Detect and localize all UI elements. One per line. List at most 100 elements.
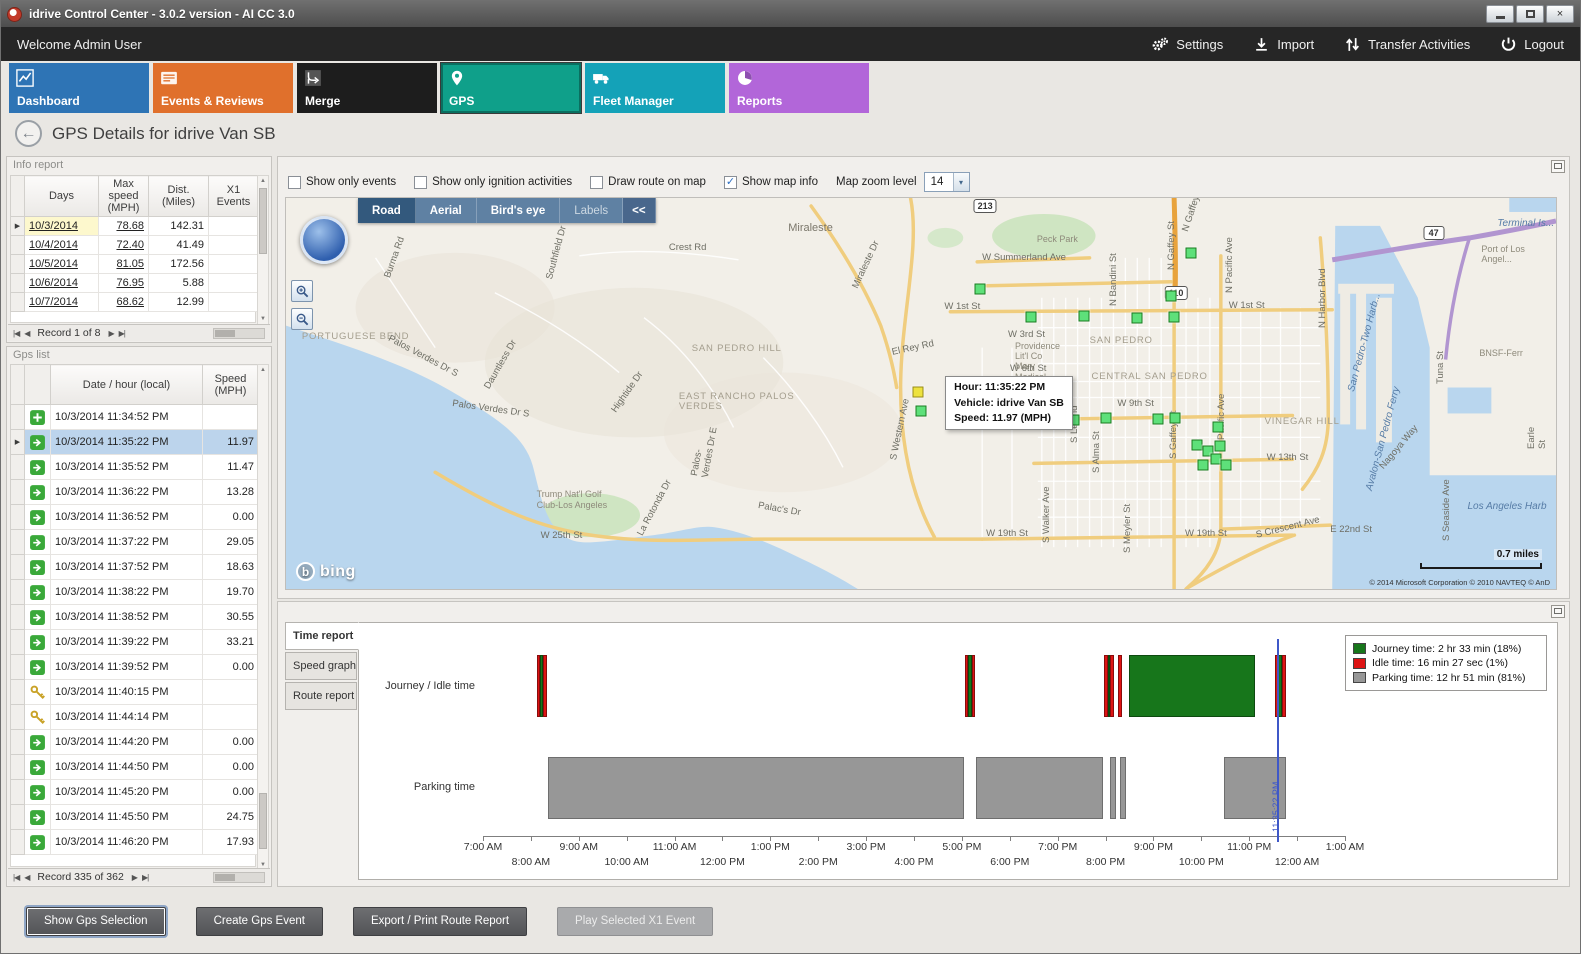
scroll-up-icon[interactable]: ▲ <box>258 365 268 375</box>
map-collapse-button[interactable]: << <box>623 198 655 223</box>
gps-date-cell[interactable]: 10/3/2014 11:36:22 PM <box>51 480 203 505</box>
table-row[interactable]: 10/3/2014 11:38:52 PM30.55 <box>11 605 259 630</box>
day-link[interactable]: 10/5/2014 <box>25 255 99 274</box>
gps-date-cell[interactable]: 10/3/2014 11:40:15 PM <box>51 680 203 705</box>
pan-east-icon[interactable] <box>333 236 341 244</box>
collapse-panel-button[interactable] <box>1551 160 1565 173</box>
table-row[interactable]: 10/4/201472.4041.49 <box>11 236 259 255</box>
nav-last-button[interactable]: ▶| <box>119 325 125 342</box>
gps-date-cell[interactable]: 10/3/2014 11:38:22 PM <box>51 580 203 605</box>
map-zoom-level-select[interactable]: 14 ▾ <box>924 172 970 192</box>
table-row[interactable]: 10/5/201481.05172.56 <box>11 255 259 274</box>
nav-tab-dashboard[interactable]: Dashboard <box>9 63 149 113</box>
max-speed-link[interactable]: 72.40 <box>99 236 149 255</box>
gps-list-scrollbar[interactable]: ▲ ▼ <box>257 364 269 871</box>
nav-next-button[interactable]: ▶ <box>132 869 137 886</box>
close-button[interactable]: × <box>1546 5 1574 23</box>
table-row[interactable]: 10/3/2014 11:39:22 PM33.21 <box>11 630 259 655</box>
table-row[interactable]: ▶10/3/2014 11:35:22 PM11.97 <box>11 430 259 455</box>
nav-prev-button[interactable]: ◀ <box>24 869 29 886</box>
chart-tab-speed-graphic[interactable]: Speed graphic <box>285 652 357 680</box>
table-row[interactable]: 10/7/201468.6212.99 <box>11 293 259 312</box>
maximize-button[interactable] <box>1516 5 1544 23</box>
column-header[interactable]: Max speed (MPH) <box>99 176 149 217</box>
gps-point-marker[interactable] <box>1166 290 1177 301</box>
scroll-down-icon[interactable]: ▼ <box>258 314 268 324</box>
horizontal-scrollbar[interactable] <box>213 872 265 883</box>
column-header[interactable]: Days <box>25 176 99 217</box>
scroll-up-icon[interactable]: ▲ <box>258 176 268 186</box>
table-row[interactable]: 10/3/2014 11:44:20 PM0.00 <box>11 730 259 755</box>
table-row[interactable]: 10/3/2014 11:45:20 PM0.00 <box>11 780 259 805</box>
map-compass-control[interactable] <box>300 216 348 264</box>
show-gps-selection-button[interactable]: Show Gps Selection <box>26 907 166 936</box>
table-row[interactable]: 10/3/2014 11:46:20 PM17.93 <box>11 830 259 855</box>
gps-point-marker[interactable] <box>1212 422 1223 433</box>
gps-date-cell[interactable]: 10/3/2014 11:38:52 PM <box>51 605 203 630</box>
table-row[interactable]: 10/3/2014 11:35:52 PM11.47 <box>11 455 259 480</box>
back-button[interactable]: ← <box>15 120 42 147</box>
max-speed-link[interactable]: 76.95 <box>99 274 149 293</box>
current-position-marker[interactable] <box>912 386 923 397</box>
max-speed-link[interactable]: 68.62 <box>99 293 149 312</box>
column-header[interactable]: Speed (MPH) <box>203 365 259 405</box>
nav-prev-button[interactable]: ◀ <box>24 325 29 342</box>
minimize-button[interactable] <box>1486 5 1514 23</box>
checkbox-draw-route-on-map[interactable]: Draw route on map <box>590 176 706 189</box>
table-row[interactable]: 10/3/2014 11:36:22 PM13.28 <box>11 480 259 505</box>
gps-point-marker[interactable] <box>1197 460 1208 471</box>
table-row[interactable]: 10/6/201476.955.88 <box>11 274 259 293</box>
info-report-scrollbar[interactable]: ▲ ▼ <box>257 175 269 325</box>
map-zoom-in-button[interactable] <box>291 280 313 302</box>
pan-north-icon[interactable] <box>320 223 328 231</box>
gps-date-cell[interactable]: 10/3/2014 11:44:20 PM <box>51 730 203 755</box>
scrollbar-thumb[interactable] <box>259 793 267 849</box>
max-speed-link[interactable]: 78.68 <box>99 217 149 236</box>
nav-tab-reports[interactable]: Reports <box>729 63 869 113</box>
table-row[interactable]: 10/3/2014 11:36:52 PM0.00 <box>11 505 259 530</box>
gps-point-marker[interactable] <box>1132 312 1143 323</box>
pan-west-icon[interactable] <box>307 236 315 244</box>
export-print-route-report-button[interactable]: Export / Print Route Report <box>353 907 527 936</box>
checkbox-show-only-ignition-activities[interactable]: Show only ignition activities <box>414 176 572 189</box>
gps-date-cell[interactable]: 10/3/2014 11:45:20 PM <box>51 780 203 805</box>
gps-point-marker[interactable] <box>1186 247 1197 258</box>
column-header[interactable]: Dist. (Miles) <box>149 176 209 217</box>
action-settings[interactable]: Settings <box>1152 36 1223 53</box>
day-link[interactable]: 10/4/2014 <box>25 236 99 255</box>
nav-tab-events-reviews[interactable]: Events & Reviews <box>153 63 293 113</box>
gps-point-marker[interactable] <box>1170 413 1181 424</box>
nav-tab-fleet-manager[interactable]: Fleet Manager <box>585 63 725 113</box>
gps-date-cell[interactable]: 10/3/2014 11:37:22 PM <box>51 530 203 555</box>
map-tab-road[interactable]: Road <box>358 198 416 223</box>
gps-point-marker[interactable] <box>1101 413 1112 424</box>
gps-date-cell[interactable]: 10/3/2014 11:46:20 PM <box>51 830 203 855</box>
scrollbar-thumb[interactable] <box>259 188 267 254</box>
gps-date-cell[interactable]: 10/3/2014 11:37:52 PM <box>51 555 203 580</box>
gps-point-marker[interactable] <box>1214 441 1225 452</box>
gps-point-marker[interactable] <box>975 283 986 294</box>
table-row[interactable]: ▶10/3/201478.68142.31 <box>11 217 259 236</box>
pan-south-icon[interactable] <box>320 249 328 257</box>
create-gps-event-button[interactable]: Create Gps Event <box>196 907 323 936</box>
map-tab-bird-s-eye[interactable]: Bird's eye <box>477 198 561 223</box>
checkbox-show-only-events[interactable]: Show only events <box>288 176 396 189</box>
day-link[interactable]: 10/3/2014 <box>25 217 99 236</box>
gps-date-cell[interactable]: 10/3/2014 11:34:52 PM <box>51 405 203 430</box>
table-row[interactable]: 10/3/2014 11:38:22 PM19.70 <box>11 580 259 605</box>
gps-point-marker[interactable] <box>1078 310 1089 321</box>
gps-point-marker[interactable] <box>915 406 926 417</box>
map-tab-labels[interactable]: Labels <box>560 198 623 223</box>
table-row[interactable]: 10/3/2014 11:39:52 PM0.00 <box>11 655 259 680</box>
day-link[interactable]: 10/6/2014 <box>25 274 99 293</box>
gps-date-cell[interactable]: 10/3/2014 11:45:50 PM <box>51 805 203 830</box>
nav-first-button[interactable]: |◀ <box>13 325 19 342</box>
gps-point-marker[interactable] <box>1169 311 1180 322</box>
max-speed-link[interactable]: 81.05 <box>99 255 149 274</box>
gps-date-cell[interactable]: 10/3/2014 11:35:52 PM <box>51 455 203 480</box>
collapse-panel-button[interactable] <box>1551 605 1565 618</box>
gps-point-marker[interactable] <box>1220 460 1231 471</box>
map-tab-aerial[interactable]: Aerial <box>416 198 477 223</box>
action-import[interactable]: Import <box>1253 36 1314 53</box>
table-row[interactable]: 10/3/2014 11:34:52 PM <box>11 405 259 430</box>
